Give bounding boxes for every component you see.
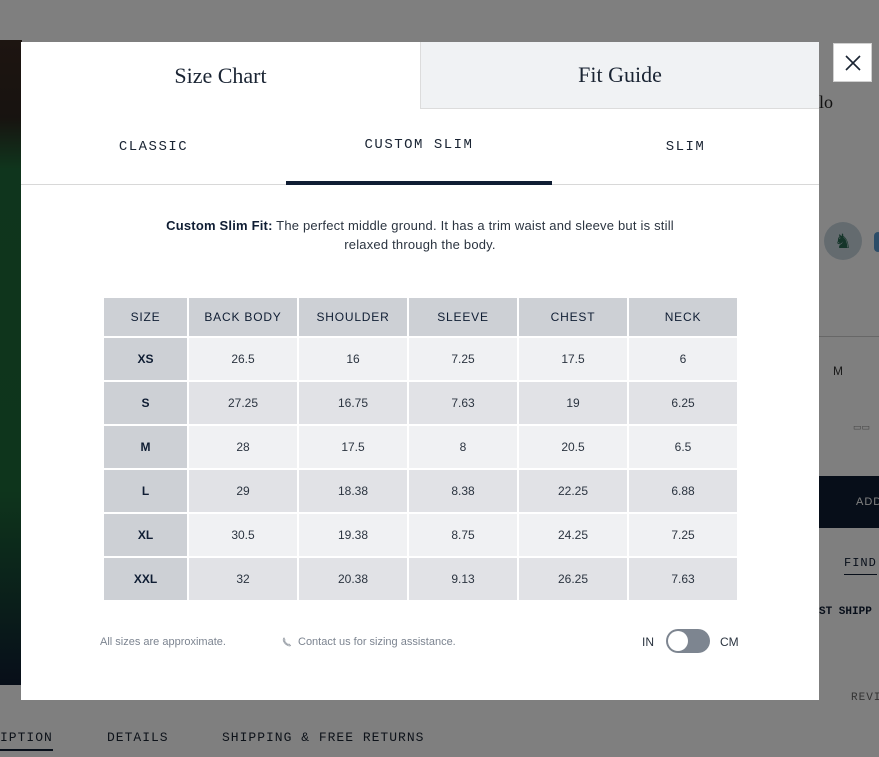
fit-tab-custom-slim[interactable]: CUSTOM SLIM bbox=[286, 109, 552, 185]
table-cell-size: XXL bbox=[104, 558, 187, 600]
table-cell: 9.13 bbox=[409, 558, 517, 600]
table-cell: 7.25 bbox=[409, 338, 517, 380]
table-cell-size: S bbox=[104, 382, 187, 424]
phone-icon bbox=[282, 637, 292, 647]
table-row: S 27.25 16.75 7.63 19 6.25 bbox=[104, 382, 737, 424]
table-cell: 27.25 bbox=[189, 382, 297, 424]
column-header-size: SIZE bbox=[104, 298, 187, 336]
size-chart-table: SIZE BACK BODY SHOULDER SLEEVE CHEST NEC… bbox=[102, 296, 739, 602]
table-row: XL 30.5 19.38 8.75 24.25 7.25 bbox=[104, 514, 737, 556]
table-cell: 8 bbox=[409, 426, 517, 468]
table-cell: 28 bbox=[189, 426, 297, 468]
column-header-back-body: BACK BODY bbox=[189, 298, 297, 336]
table-cell: 7.63 bbox=[629, 558, 737, 600]
table-cell: 20.5 bbox=[519, 426, 627, 468]
table-row: XS 26.5 16 7.25 17.5 6 bbox=[104, 338, 737, 380]
table-cell: 19.38 bbox=[299, 514, 407, 556]
column-header-chest: CHEST bbox=[519, 298, 627, 336]
unit-label-in: IN bbox=[642, 635, 654, 649]
table-cell: 6.5 bbox=[629, 426, 737, 468]
table-cell: 29 bbox=[189, 470, 297, 512]
table-header-row: SIZE BACK BODY SHOULDER SLEEVE CHEST NEC… bbox=[104, 298, 737, 336]
table-cell: 16 bbox=[299, 338, 407, 380]
table-cell: 7.25 bbox=[629, 514, 737, 556]
table-cell: 7.63 bbox=[409, 382, 517, 424]
table-cell: 18.38 bbox=[299, 470, 407, 512]
table-cell-size: XL bbox=[104, 514, 187, 556]
unit-toggle[interactable] bbox=[666, 629, 710, 653]
contact-link[interactable]: Contact us for sizing assistance. bbox=[282, 636, 456, 648]
contact-text: Contact us for sizing assistance. bbox=[298, 636, 456, 648]
table-cell: 26.25 bbox=[519, 558, 627, 600]
tab-fit-guide[interactable]: Fit Guide bbox=[420, 42, 819, 109]
fit-tab-classic[interactable]: CLASSIC bbox=[21, 109, 286, 185]
table-row: M 28 17.5 8 20.5 6.5 bbox=[104, 426, 737, 468]
table-cell: 6 bbox=[629, 338, 737, 380]
table-cell: 19 bbox=[519, 382, 627, 424]
fit-tab-slim[interactable]: SLIM bbox=[552, 109, 819, 185]
table-cell: 22.25 bbox=[519, 470, 627, 512]
table-cell: 16.75 bbox=[299, 382, 407, 424]
table-cell: 6.88 bbox=[629, 470, 737, 512]
table-row: XXL 32 20.38 9.13 26.25 7.63 bbox=[104, 558, 737, 600]
table-cell-size: M bbox=[104, 426, 187, 468]
table-cell: 20.38 bbox=[299, 558, 407, 600]
table-cell: 17.5 bbox=[519, 338, 627, 380]
fit-description-label: Custom Slim Fit: bbox=[166, 218, 273, 233]
table-cell: 32 bbox=[189, 558, 297, 600]
table-cell: 8.75 bbox=[409, 514, 517, 556]
table-cell: 24.25 bbox=[519, 514, 627, 556]
table-row: L 29 18.38 8.38 22.25 6.88 bbox=[104, 470, 737, 512]
table-cell: 8.38 bbox=[409, 470, 517, 512]
fit-tabs: CLASSIC CUSTOM SLIM SLIM bbox=[21, 109, 819, 185]
table-cell-size: XS bbox=[104, 338, 187, 380]
fit-description: Custom Slim Fit: The perfect middle grou… bbox=[166, 216, 674, 254]
tab-size-chart[interactable]: Size Chart bbox=[21, 42, 420, 109]
close-button[interactable] bbox=[833, 43, 872, 82]
table-cell: 17.5 bbox=[299, 426, 407, 468]
unit-label-cm: CM bbox=[720, 635, 739, 649]
close-icon bbox=[844, 54, 861, 71]
size-chart-footer: All sizes are approximate. Contact us fo… bbox=[21, 629, 819, 653]
toggle-knob bbox=[668, 631, 688, 651]
table-cell: 26.5 bbox=[189, 338, 297, 380]
table-cell-size: L bbox=[104, 470, 187, 512]
table-cell: 30.5 bbox=[189, 514, 297, 556]
size-chart-modal: Size Chart Fit Guide CLASSIC CUSTOM SLIM… bbox=[21, 42, 819, 700]
approximate-note: All sizes are approximate. bbox=[100, 636, 226, 648]
table-cell: 6.25 bbox=[629, 382, 737, 424]
fit-description-text: The perfect middle ground. It has a trim… bbox=[272, 218, 674, 252]
column-header-shoulder: SHOULDER bbox=[299, 298, 407, 336]
column-header-neck: NECK bbox=[629, 298, 737, 336]
column-header-sleeve: SLEEVE bbox=[409, 298, 517, 336]
